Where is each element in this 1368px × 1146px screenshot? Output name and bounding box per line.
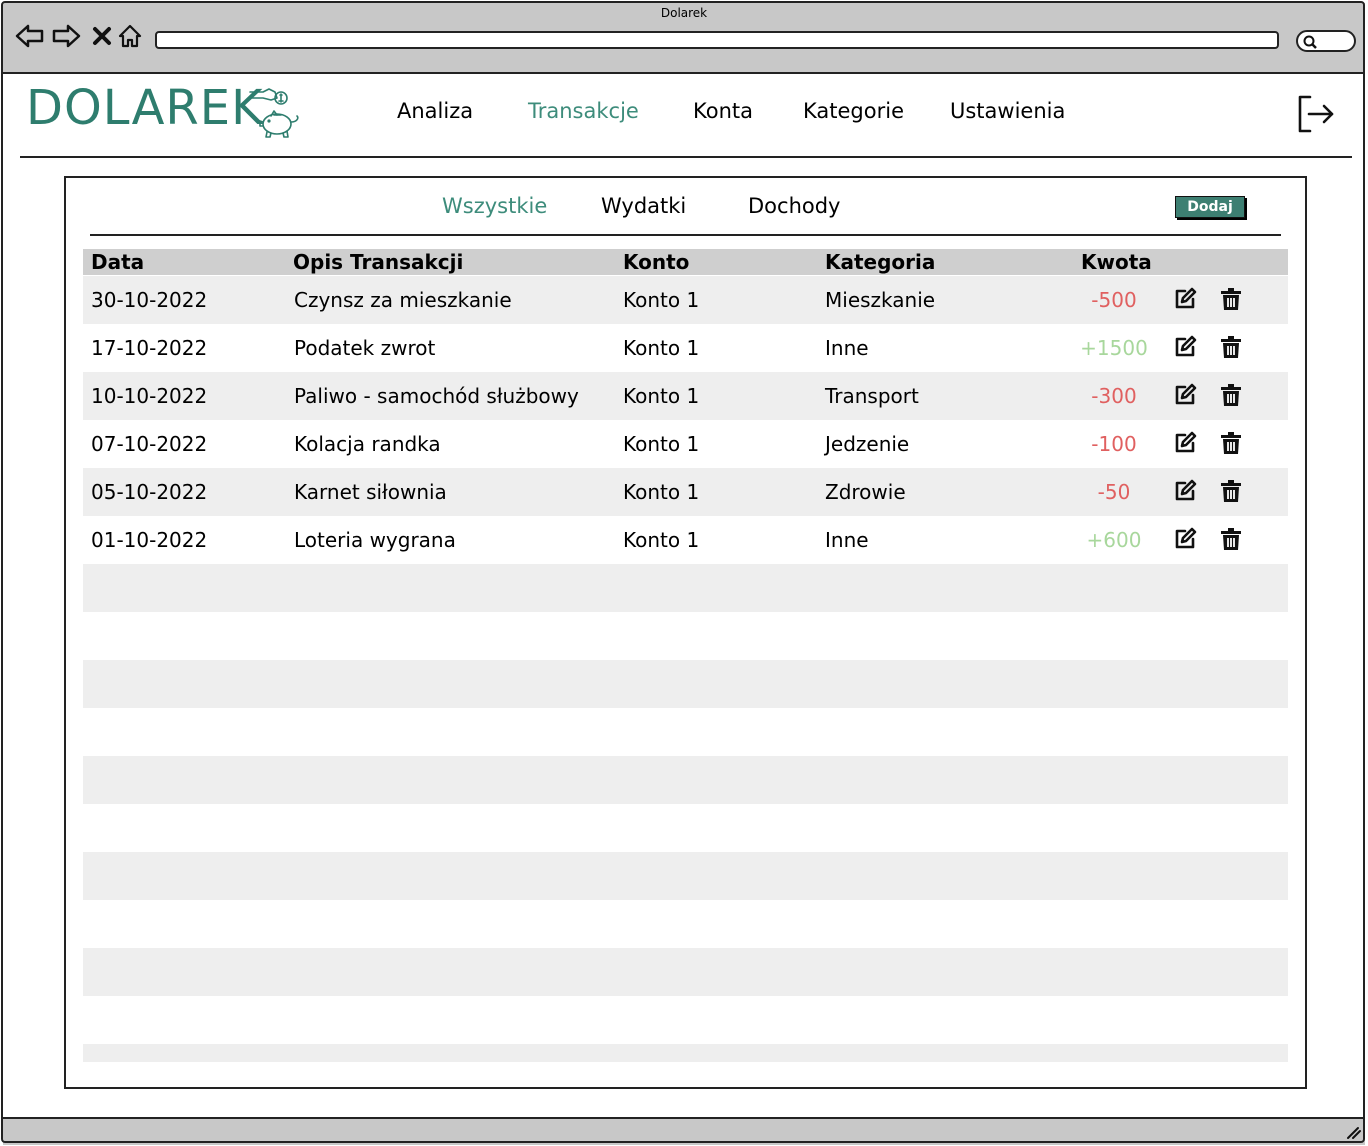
window-frame — [1, 1, 1365, 1143]
